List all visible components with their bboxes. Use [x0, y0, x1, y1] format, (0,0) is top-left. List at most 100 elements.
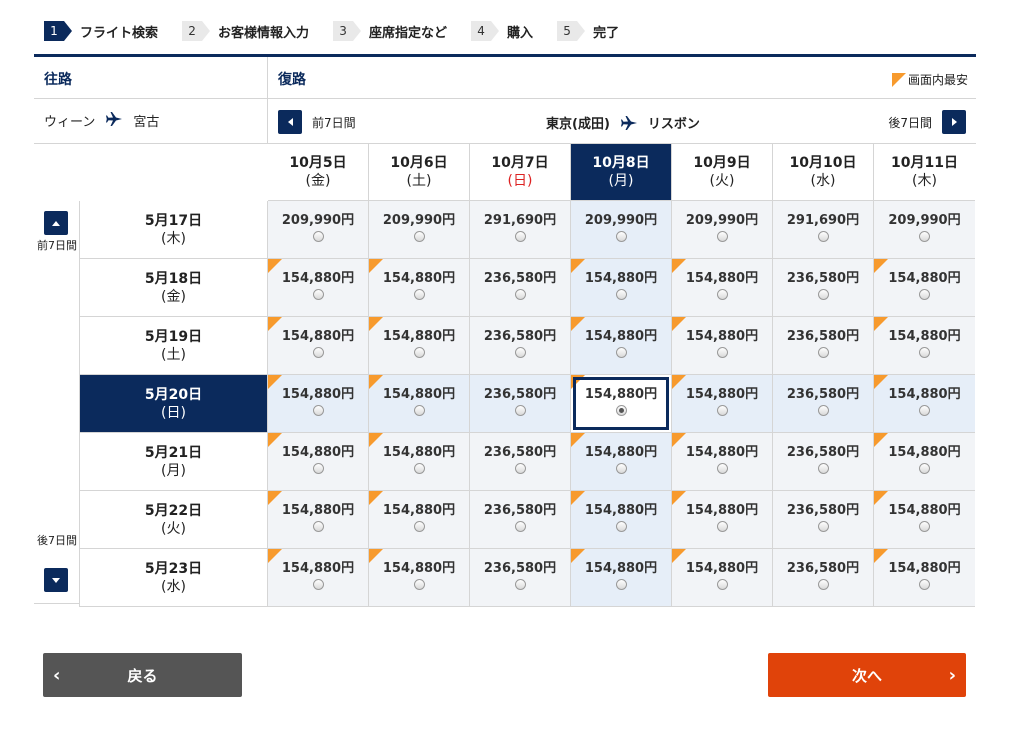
fare-cell[interactable]: 154,880円	[672, 375, 773, 433]
fare-radio[interactable]	[919, 521, 930, 532]
next-week-outbound-button[interactable]	[44, 568, 68, 592]
fare-radio[interactable]	[817, 463, 829, 474]
fare-cell[interactable]: 236,580円	[773, 317, 874, 375]
fare-cell[interactable]: 154,880円	[874, 317, 975, 375]
fare-cell[interactable]: 209,990円	[571, 201, 672, 259]
back-button[interactable]: ‹ 戻る	[43, 653, 242, 697]
return-date-header[interactable]: 10月11日 (木)	[874, 144, 975, 201]
fare-cell[interactable]: 154,880円	[571, 317, 672, 375]
fare-cell[interactable]: 154,880円	[369, 433, 470, 491]
fare-radio[interactable]	[413, 579, 425, 590]
fare-cell[interactable]: 236,580円	[773, 259, 874, 317]
fare-radio[interactable]	[817, 405, 829, 416]
return-date-header[interactable]: 10月8日 (月)	[571, 144, 672, 201]
outbound-date-header[interactable]: 5月17日 (木)	[79, 201, 268, 259]
fare-radio[interactable]	[919, 463, 930, 474]
fare-cell[interactable]: 154,880円	[571, 433, 672, 491]
fare-cell[interactable]: 236,580円	[773, 433, 874, 491]
fare-radio[interactable]	[413, 463, 425, 474]
fare-radio[interactable]	[514, 579, 526, 590]
fare-radio[interactable]	[817, 347, 829, 358]
fare-radio[interactable]	[514, 289, 526, 300]
fare-radio[interactable]	[312, 347, 324, 358]
fare-radio[interactable]	[312, 231, 324, 242]
return-date-header[interactable]: 10月7日 (日)	[470, 144, 571, 201]
prev-week-outbound-button[interactable]	[44, 211, 68, 235]
fare-cell[interactable]: 236,580円	[470, 549, 571, 607]
return-date-header[interactable]: 10月6日 (土)	[369, 144, 470, 201]
fare-cell[interactable]: 154,880円	[672, 259, 773, 317]
fare-cell[interactable]: 154,880円	[874, 259, 975, 317]
fare-radio[interactable]	[615, 463, 627, 474]
fare-radio[interactable]	[514, 405, 526, 416]
fare-cell[interactable]: 154,880円	[874, 433, 975, 491]
fare-cell[interactable]: 154,880円	[268, 375, 369, 433]
fare-cell[interactable]: 236,580円	[470, 259, 571, 317]
fare-radio[interactable]	[817, 521, 829, 532]
fare-cell[interactable]: 154,880円	[672, 317, 773, 375]
fare-cell[interactable]: 154,880円	[672, 549, 773, 607]
outbound-date-header[interactable]: 5月19日 (土)	[79, 317, 268, 375]
fare-cell[interactable]: 154,880円	[268, 549, 369, 607]
fare-radio[interactable]	[716, 579, 728, 590]
fare-radio[interactable]	[413, 289, 425, 300]
fare-radio[interactable]	[615, 347, 627, 358]
outbound-date-header[interactable]: 5月20日 (日)	[79, 375, 268, 433]
fare-cell[interactable]: 154,880円	[369, 259, 470, 317]
fare-radio[interactable]	[919, 289, 930, 300]
outbound-date-header[interactable]: 5月23日 (水)	[79, 549, 268, 607]
fare-radio[interactable]	[312, 579, 324, 590]
fare-cell[interactable]: 209,990円	[874, 201, 975, 259]
fare-cell[interactable]: 154,880円	[571, 549, 672, 607]
fare-radio[interactable]	[413, 347, 425, 358]
return-date-header[interactable]: 10月5日 (金)	[268, 144, 369, 201]
fare-cell[interactable]: 154,880円	[268, 259, 369, 317]
fare-cell[interactable]: 154,880円	[369, 491, 470, 549]
fare-radio[interactable]	[615, 521, 627, 532]
fare-cell[interactable]: 154,880円	[672, 491, 773, 549]
fare-cell[interactable]: 236,580円	[470, 433, 571, 491]
fare-cell[interactable]: 154,880円	[874, 375, 975, 433]
next-button[interactable]: 次へ ›	[768, 653, 966, 697]
fare-cell[interactable]: 236,580円	[773, 549, 874, 607]
outbound-date-header[interactable]: 5月18日 (金)	[79, 259, 268, 317]
fare-cell[interactable]: 236,580円	[773, 491, 874, 549]
fare-cell[interactable]: 291,690円	[470, 201, 571, 259]
prev-7-days-label[interactable]: 前7日間	[312, 114, 356, 131]
fare-radio[interactable]	[716, 347, 728, 358]
fare-radio[interactable]	[514, 231, 526, 242]
fare-radio[interactable]	[312, 289, 324, 300]
fare-radio[interactable]	[615, 579, 627, 590]
fare-radio[interactable]	[514, 521, 526, 532]
fare-radio[interactable]	[716, 521, 728, 532]
fare-radio[interactable]	[413, 231, 425, 242]
fare-cell[interactable]: 236,580円	[470, 317, 571, 375]
outbound-date-header[interactable]: 5月21日 (月)	[79, 433, 268, 491]
fare-radio[interactable]	[413, 405, 425, 416]
fare-cell[interactable]: 236,580円	[470, 491, 571, 549]
fare-radio[interactable]	[312, 521, 324, 532]
fare-radio[interactable]	[514, 463, 526, 474]
next-7-days-label[interactable]: 後7日間	[888, 114, 932, 131]
fare-radio[interactable]	[817, 231, 829, 242]
fare-cell[interactable]: 291,690円	[773, 201, 874, 259]
fare-radio[interactable]	[716, 289, 728, 300]
fare-cell[interactable]: 154,880円	[268, 491, 369, 549]
return-date-header[interactable]: 10月10日 (水)	[773, 144, 874, 201]
fare-radio[interactable]	[413, 521, 425, 532]
fare-cell[interactable]: 154,880円	[369, 549, 470, 607]
fare-radio[interactable]	[312, 463, 324, 474]
fare-cell[interactable]: 154,880円	[369, 317, 470, 375]
fare-radio[interactable]	[716, 231, 728, 242]
fare-radio[interactable]	[919, 405, 930, 416]
fare-cell[interactable]: 236,580円	[773, 375, 874, 433]
fare-cell[interactable]: 209,990円	[672, 201, 773, 259]
fare-radio[interactable]	[514, 347, 526, 358]
fare-radio[interactable]	[615, 405, 627, 416]
fare-radio[interactable]	[919, 231, 930, 242]
fare-cell[interactable]: 154,880円	[874, 491, 975, 549]
fare-radio[interactable]	[312, 405, 324, 416]
fare-cell[interactable]: 154,880円	[874, 549, 975, 607]
fare-cell[interactable]: 154,880円	[571, 259, 672, 317]
outbound-date-header[interactable]: 5月22日 (火)	[79, 491, 268, 549]
